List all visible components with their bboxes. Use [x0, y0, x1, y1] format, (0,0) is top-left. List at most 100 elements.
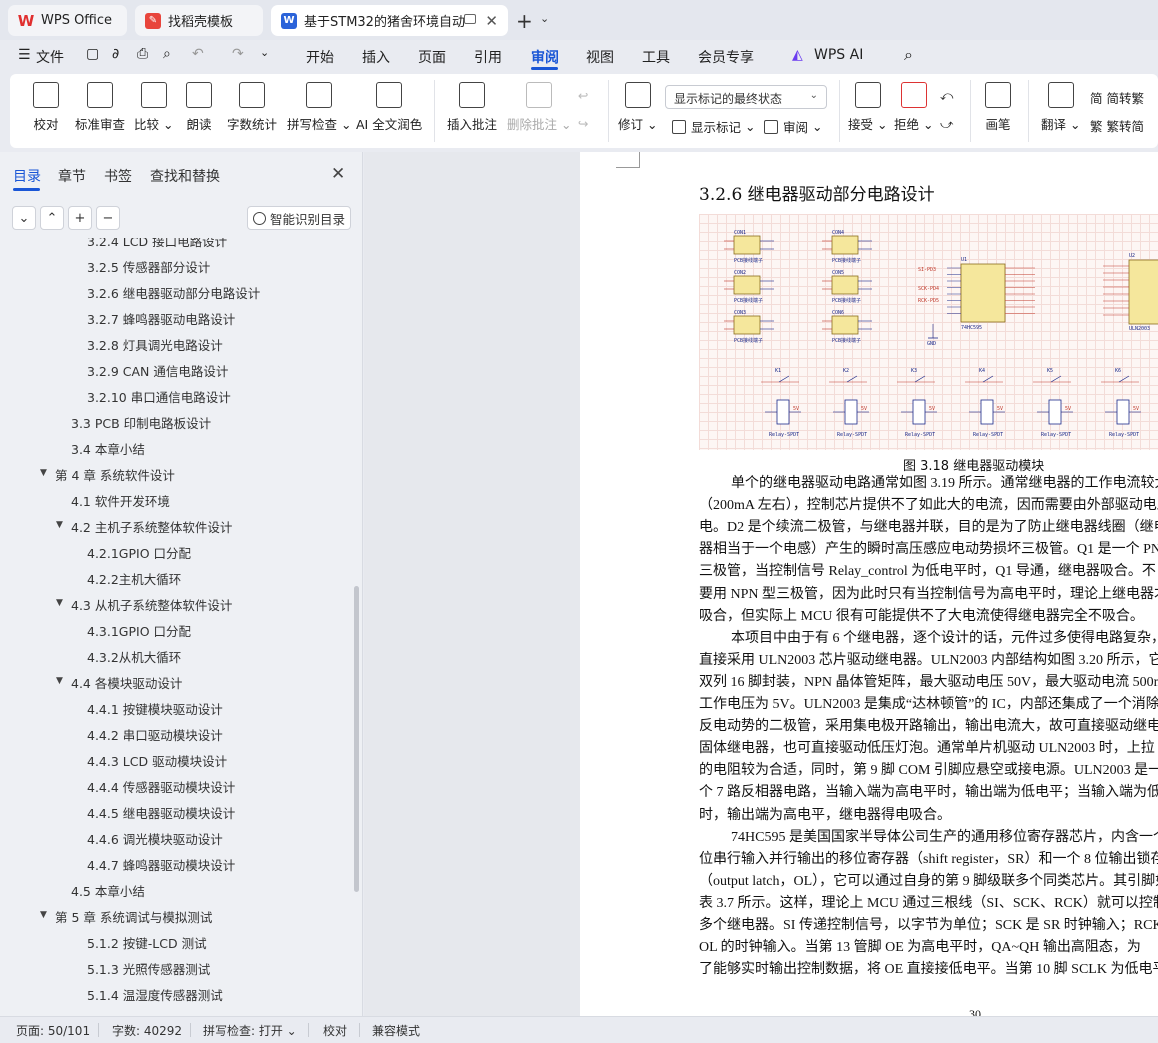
insert-comment-button[interactable]: 插入批注 — [447, 82, 497, 140]
toc-item[interactable]: 5.1.2 按键-LCD 测试 — [87, 933, 207, 952]
toc-item[interactable]: 4.2.1GPIO 口分配 — [87, 543, 191, 562]
print-icon[interactable]: ⎙ — [137, 46, 148, 62]
menu-start[interactable]: 开始 — [306, 47, 334, 67]
display-mode-select[interactable]: 显示标记的最终状态 ⌄ — [665, 85, 827, 109]
menu-view[interactable]: 视图 — [586, 47, 614, 67]
nav-scrollbar[interactable] — [354, 586, 359, 892]
close-icon[interactable]: ✕ — [485, 12, 498, 30]
traditional-to-simplified-button[interactable]: 繁 繁转简 — [1090, 116, 1144, 135]
compare-button[interactable]: 比较 ⌄ — [134, 82, 173, 140]
chevron-down-icon[interactable]: ⌄ — [260, 46, 269, 59]
page-indicator[interactable]: 页面: 50/101 — [16, 1022, 90, 1039]
toc-item[interactable]: 3.2.4 LCD 接口电路设计 — [87, 238, 227, 250]
menu-review[interactable]: 审阅 — [531, 47, 559, 67]
word-count-button[interactable]: 字数统计 — [227, 82, 277, 140]
screen-icon[interactable] — [464, 14, 476, 24]
expand-caret-icon[interactable]: ▼ — [40, 468, 47, 478]
menu-page[interactable]: 页面 — [418, 47, 446, 67]
close-icon[interactable]: ✕ — [331, 164, 345, 184]
toc-item[interactable]: 第 4 章 系统软件设计 — [55, 465, 175, 484]
toc-item[interactable]: 4.4.3 LCD 驱动模块设计 — [87, 751, 227, 770]
accept-button[interactable]: 接受 ⌄ — [848, 82, 887, 140]
simplified-to-traditional-button[interactable]: 简 简转繁 — [1090, 88, 1144, 107]
hamburger-icon[interactable]: ☰ — [18, 47, 31, 63]
menu-file[interactable]: 文件 — [36, 47, 64, 67]
add-heading-button[interactable]: + — [68, 206, 92, 230]
save-icon[interactable]: ▢ — [86, 46, 99, 62]
document-page[interactable]: 3.2.6 继电器驱动部分电路设计 CON1 PCB接线端子 CON2 PCB接线端子… — [580, 152, 1158, 1016]
translate-button[interactable]: 翻译 ⌄ — [1041, 82, 1080, 140]
expand-caret-icon[interactable]: ▼ — [56, 676, 63, 686]
read-aloud-button[interactable]: 朗读 — [186, 82, 212, 140]
track-changes-button[interactable]: 修订 ⌄ — [618, 82, 657, 140]
toc-item[interactable]: 4.3 从机子系统整体软件设计 — [71, 595, 232, 614]
toc-item[interactable]: 3.2.10 串口通信电路设计 — [87, 387, 231, 406]
toc-item[interactable]: 4.4.5 继电器驱动模块设计 — [87, 803, 235, 822]
pen-button[interactable]: 画笔 — [985, 82, 1011, 140]
toc-item[interactable]: 5.1.3 光照传感器测试 — [87, 959, 210, 978]
toc-item[interactable]: 4.4.2 串口驱动模块设计 — [87, 725, 223, 744]
toc-item[interactable]: 3.4 本章小结 — [71, 439, 145, 458]
show-markup-button[interactable]: 显示标记 ⌄ — [672, 117, 755, 136]
menu-wps-ai[interactable]: WPS AI — [814, 47, 863, 63]
delete-comment-button[interactable]: 删除批注 ⌄ — [507, 82, 571, 140]
nav-tab-bookmarks[interactable]: 书签 — [104, 166, 132, 186]
collapse-all-button[interactable]: ⌄ — [12, 206, 36, 230]
menu-member[interactable]: 会员专享 — [698, 47, 754, 67]
ai-polish-button[interactable]: AI 全文润色 — [356, 82, 422, 140]
nav-tab-toc[interactable]: 目录 — [13, 166, 41, 186]
chevron-down-icon[interactable]: ⌄ — [540, 12, 549, 25]
toc-item[interactable]: 3.2.6 继电器驱动部分电路设计 — [87, 283, 260, 302]
toc-item[interactable]: 3.2.9 CAN 通信电路设计 — [87, 361, 228, 380]
menu-reference[interactable]: 引用 — [474, 47, 502, 67]
review-pane-button[interactable]: 审阅 ⌄ — [764, 117, 822, 136]
toc-item[interactable]: 4.2.2主机大循环 — [87, 569, 181, 588]
tab-wps-office[interactable]: W WPS Office — [8, 5, 127, 36]
toc-item[interactable]: 第 5 章 系统调试与模拟测试 — [55, 907, 212, 926]
previous-comment-icon[interactable]: ↩ — [578, 88, 588, 103]
toc-item[interactable]: 5.1.4 温湿度传感器测试 — [87, 985, 223, 1004]
new-tab-button[interactable]: + — [516, 9, 533, 33]
search-icon[interactable]: ⌕ — [904, 45, 913, 65]
proofread-button[interactable]: 校对 — [33, 82, 59, 140]
next-comment-icon[interactable]: ↪ — [578, 116, 588, 131]
toc-item[interactable]: 4.4.1 按键模块驱动设计 — [87, 699, 223, 718]
next-change-icon[interactable]: ⤻ — [940, 116, 953, 132]
toc-item[interactable]: 3.3 PCB 印制电路板设计 — [71, 413, 211, 432]
previous-change-icon[interactable]: ⤺ — [940, 88, 953, 104]
expand-caret-icon[interactable]: ▼ — [56, 520, 63, 530]
link-icon[interactable]: ∂ — [112, 46, 119, 62]
reject-button[interactable]: 拒绝 ⌄ — [894, 82, 933, 140]
proofread-indicator[interactable]: 校对 — [323, 1022, 347, 1039]
spell-check-button[interactable]: 拼写检查 ⌄ — [287, 82, 351, 140]
nav-tab-chapters[interactable]: 章节 — [58, 166, 86, 186]
expand-up-button[interactable]: ⌃ — [40, 206, 64, 230]
expand-caret-icon[interactable]: ▼ — [56, 598, 63, 608]
toc-item[interactable]: 3.2.7 蜂鸣器驱动电路设计 — [87, 309, 235, 328]
menu-insert[interactable]: 插入 — [362, 47, 390, 67]
toc-item[interactable]: 4.3.2从机大循环 — [87, 647, 181, 666]
toc-item[interactable]: 4.2 主机子系统整体软件设计 — [71, 517, 232, 536]
toc-item[interactable]: 4.4.4 传感器驱动模块设计 — [87, 777, 235, 796]
nav-tab-find-replace[interactable]: 查找和替换 — [150, 166, 220, 186]
standard-review-button[interactable]: 标准审查 — [75, 82, 125, 140]
toc-item[interactable]: 4.1 软件开发环境 — [71, 491, 170, 510]
undo-icon[interactable]: ↶ — [192, 46, 204, 62]
toc-item[interactable]: 4.4 各模块驱动设计 — [71, 673, 182, 692]
word-count-indicator[interactable]: 字数: 40292 — [112, 1022, 182, 1039]
document-area[interactable]: 3.2.6 继电器驱动部分电路设计 CON1 PCB接线端子 CON2 PCB接线端子… — [364, 152, 1158, 1016]
tab-current-document[interactable]: W 基于STM32的猪舍环境自动监 ✕ — [271, 5, 508, 36]
toc-item[interactable]: 4.4.7 蜂鸣器驱动模块设计 — [87, 855, 235, 874]
expand-caret-icon[interactable]: ▼ — [40, 910, 47, 920]
menu-tools[interactable]: 工具 — [642, 47, 670, 67]
toc-item[interactable]: 4.4.6 调光模块驱动设计 — [87, 829, 223, 848]
toc-item[interactable]: 3.2.5 传感器部分设计 — [87, 257, 210, 276]
toc-item[interactable]: 4.3.1GPIO 口分配 — [87, 621, 191, 640]
toc-item[interactable]: 4.5 本章小结 — [71, 881, 145, 900]
tab-docer-templates[interactable]: ✎ 找稻壳模板 — [135, 5, 263, 36]
toc-item[interactable]: 3.2.8 灯具调光电路设计 — [87, 335, 223, 354]
print-preview-icon[interactable]: ⌕ — [163, 46, 171, 62]
remove-heading-button[interactable]: − — [96, 206, 120, 230]
spell-check-indicator[interactable]: 拼写检查: 打开 ⌄ — [203, 1022, 297, 1039]
redo-icon[interactable]: ↷ — [232, 46, 244, 62]
